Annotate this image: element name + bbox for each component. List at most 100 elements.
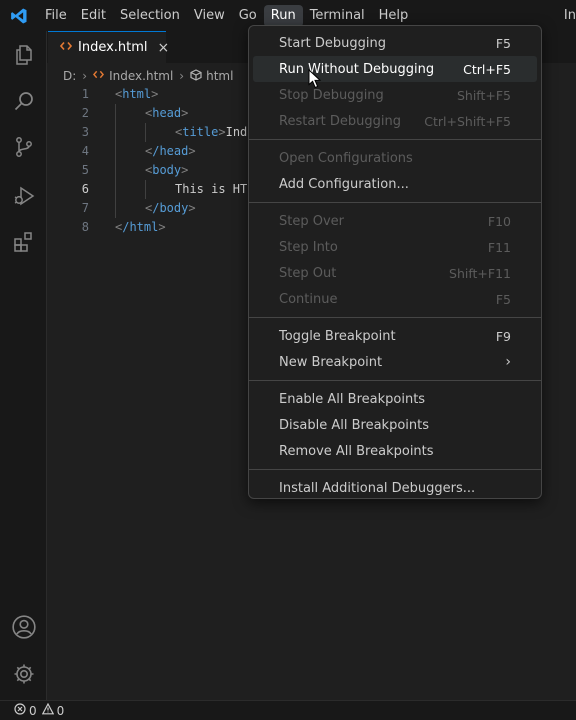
window-title: In <box>563 8 576 23</box>
warning-count: 0 <box>56 703 65 718</box>
vscode-logo-icon[interactable] <box>0 0 38 31</box>
menu-item-run-without-debugging[interactable]: Run Without Debugging Ctrl+F5 <box>253 56 537 82</box>
menu-help[interactable]: Help <box>372 5 416 27</box>
menu-run[interactable]: Run <box>263 4 303 27</box>
source-control-icon[interactable] <box>0 127 47 167</box>
close-tab-icon[interactable]: × <box>158 40 170 56</box>
tag-name: body <box>152 163 182 177</box>
indent-guide <box>115 199 116 218</box>
keyboard-shortcut: F5 <box>495 35 511 51</box>
menu-separator <box>249 469 541 470</box>
breadcrumb-drive[interactable]: D: <box>63 69 76 83</box>
chevron-right-icon: › <box>179 69 185 83</box>
problems-indicator[interactable]: 0 0 <box>14 702 65 718</box>
menu-selection[interactable]: Selection <box>113 5 187 27</box>
tag-name: /head <box>152 144 189 158</box>
menu-item-add-configuration[interactable]: Add Configuration... <box>253 171 537 197</box>
menu-edit[interactable]: Edit <box>74 5 113 27</box>
menu-item-label: Remove All Breakpoints <box>279 443 434 459</box>
menu-item-label: Open Configurations <box>279 150 413 166</box>
line-number: 1 <box>81 87 89 101</box>
menu-item-remove-all-breakpoints[interactable]: Remove All Breakpoints <box>253 438 537 464</box>
tag-name: /body <box>152 201 189 215</box>
keyboard-shortcut: F10 <box>487 213 511 229</box>
menu-item-disable-all-breakpoints[interactable]: Disable All Breakpoints <box>253 412 537 438</box>
breadcrumb: D: › Index.html › html <box>63 65 233 87</box>
breadcrumb-element[interactable]: html <box>206 69 233 83</box>
menu-item-enable-all-breakpoints[interactable]: Enable All Breakpoints <box>253 386 537 412</box>
keyboard-shortcut: F9 <box>495 328 511 344</box>
menu-item-label: Step Over <box>279 213 344 229</box>
run-menu-dropdown: Start Debugging F5 Run Without Debugging Ct… <box>248 25 542 499</box>
keyboard-shortcut: Shift+F5 <box>456 87 511 103</box>
code-text: <head> <box>145 104 188 123</box>
tag-name: html <box>122 87 152 101</box>
menu-item-label: Step Out <box>279 265 337 281</box>
tag-name: head <box>152 106 182 120</box>
menu-item-step-out: Step Out Shift+F11 <box>253 260 537 286</box>
menu-view[interactable]: View <box>187 5 232 27</box>
menu-item-step-over: Step Over F10 <box>253 208 537 234</box>
line-number: 8 <box>81 220 89 234</box>
status-bar: 0 0 <box>0 700 576 720</box>
menu-separator <box>249 202 541 203</box>
keyboard-shortcut: Shift+F11 <box>449 265 511 281</box>
bracket: > <box>181 106 189 120</box>
menu-item-label: Run Without Debugging <box>279 61 435 77</box>
code-text: <html> <box>115 85 158 104</box>
menu-item-label: Restart Debugging <box>279 113 401 129</box>
menu-separator <box>249 317 541 318</box>
indent-guide <box>115 142 116 161</box>
keyboard-shortcut: F5 <box>495 291 511 307</box>
tab-index-html[interactable]: Index.html × <box>48 31 169 63</box>
menu-item-label: Disable All Breakpoints <box>279 417 430 433</box>
line-number: 7 <box>81 201 89 215</box>
code-text: </html> <box>115 218 166 237</box>
menu-item-label: Add Configuration... <box>279 176 409 192</box>
keyboard-shortcut: F11 <box>487 239 511 255</box>
menu-file[interactable]: File <box>38 5 74 27</box>
indent-guide <box>115 161 116 180</box>
indent-guide <box>115 123 116 142</box>
menu-item-label: Install Additional Debuggers... <box>279 480 476 496</box>
menu-item-toggle-breakpoint[interactable]: Toggle Breakpoint F9 <box>253 323 537 349</box>
menu-separator <box>249 139 541 140</box>
indent-guide <box>115 104 116 123</box>
menu-item-install-additional-debuggers[interactable]: Install Additional Debuggers... <box>253 475 537 501</box>
text-content: This is HT <box>175 182 248 196</box>
menu-item-new-breakpoint[interactable]: New Breakpoint › <box>253 349 537 375</box>
line-number: 4 <box>81 144 89 158</box>
breadcrumb-file[interactable]: Index.html <box>109 69 173 83</box>
account-icon[interactable] <box>0 607 47 647</box>
code-text: <body> <box>145 161 188 180</box>
menu-item-step-into: Step Into F11 <box>253 234 537 260</box>
tag-name: title <box>182 125 219 139</box>
activity-bar <box>0 31 47 700</box>
menu-terminal[interactable]: Terminal <box>303 5 372 27</box>
element-tag-icon <box>190 68 202 84</box>
line-number: 2 <box>81 106 89 120</box>
tab-label: Index.html <box>78 40 148 55</box>
search-icon[interactable] <box>0 81 47 121</box>
extensions-icon[interactable] <box>0 222 47 262</box>
code-text: <title>Ind <box>175 123 247 142</box>
menu-go[interactable]: Go <box>232 5 264 27</box>
chevron-right-icon: › <box>82 69 88 83</box>
bracket: > <box>151 87 159 101</box>
error-count: 0 <box>29 703 37 718</box>
indent-guide <box>145 180 146 199</box>
bracket: > <box>218 125 226 139</box>
manage-gear-icon[interactable] <box>0 654 47 694</box>
tag-name: /html <box>122 220 159 234</box>
menu-item-open-configurations: Open Configurations <box>253 145 537 171</box>
menu-item-label: Step Into <box>279 239 338 255</box>
indent-guide <box>115 180 116 199</box>
explorer-icon[interactable] <box>0 35 47 75</box>
code-text: This is HT <box>175 180 247 199</box>
run-debug-icon[interactable] <box>0 176 47 216</box>
menu-item-label: Start Debugging <box>279 35 386 51</box>
html-file-icon <box>59 40 73 56</box>
code-text: </body> <box>145 199 196 218</box>
keyboard-shortcut: Ctrl+Shift+F5 <box>424 113 511 129</box>
menu-item-start-debugging[interactable]: Start Debugging F5 <box>253 30 537 56</box>
